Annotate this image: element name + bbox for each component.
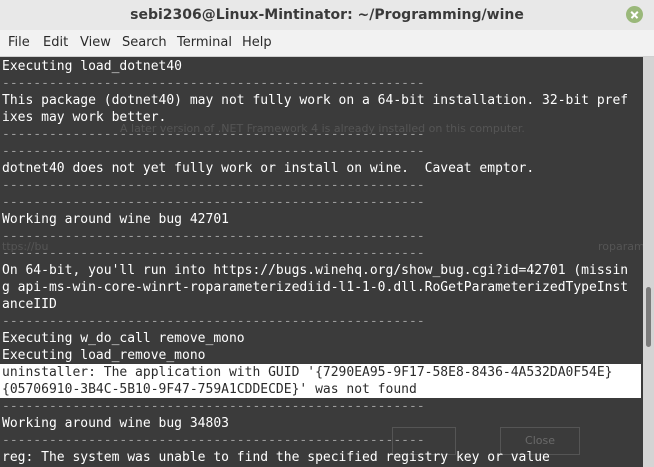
terminal-line: Executing load_remove_mono xyxy=(2,348,206,363)
terminal-line: dotnet40 does not yet fully work or inst… xyxy=(2,161,535,176)
separator-line: ----------------------------------------… xyxy=(2,314,425,329)
separator-line: ----------------------------------------… xyxy=(2,399,425,414)
menu-file[interactable]: File xyxy=(8,30,30,56)
terminal-line: Executing load_dotnet40 xyxy=(2,59,183,74)
terminal-line: g api-ms-win-core-winrt-roparameterizedi… xyxy=(2,280,629,295)
separator-line: ----------------------------------------… xyxy=(2,76,425,91)
background-fragment: roparame xyxy=(598,240,643,253)
separator-line: ----------------------------------------… xyxy=(2,229,425,244)
separator-line: ----------------------------------------… xyxy=(2,127,425,142)
scrollbar[interactable] xyxy=(643,57,654,467)
terminal-line: Working around wine bug 42701 xyxy=(2,212,229,227)
terminal-line: ixes may work better. xyxy=(2,110,167,125)
terminal-line: reg: The system was unable to find the s… xyxy=(2,450,550,465)
window-title: sebi2306@Linux-Mintinator: ~/Programming… xyxy=(130,7,524,23)
separator-line: ----------------------------------------… xyxy=(2,195,425,210)
menu-bar: File Edit View Search Terminal Help xyxy=(0,30,654,57)
menu-edit[interactable]: Edit xyxy=(43,30,68,56)
terminal-output[interactable]: A later version of .NET Framework 4 is a… xyxy=(0,57,643,467)
terminal-line-selected: uninstaller: The application with GUID '… xyxy=(2,365,613,380)
terminal-line-selected: {05706910-3B4C-5B10-9F47-759A1CDDECDE}' … xyxy=(2,382,417,397)
terminal-window: sebi2306@Linux-Mintinator: ~/Programming… xyxy=(0,0,654,467)
menu-search[interactable]: Search xyxy=(122,30,167,56)
close-icon[interactable] xyxy=(626,6,643,23)
menu-help[interactable]: Help xyxy=(242,30,272,56)
separator-line: ----------------------------------------… xyxy=(2,144,425,159)
menu-terminal[interactable]: Terminal xyxy=(177,30,232,56)
scrollbar-thumb[interactable] xyxy=(646,287,651,347)
separator-line: ----------------------------------------… xyxy=(2,433,425,448)
terminal-line: Executing w_do_call remove_mono xyxy=(2,331,245,346)
terminal-line: Working around wine bug 34803 xyxy=(2,416,229,431)
menu-view[interactable]: View xyxy=(80,30,111,56)
terminal-line: anceIID xyxy=(2,297,57,312)
terminal-line: This package (dotnet40) may not fully wo… xyxy=(2,93,629,108)
title-bar[interactable]: sebi2306@Linux-Mintinator: ~/Programming… xyxy=(0,0,654,30)
separator-line: ----------------------------------------… xyxy=(2,178,425,193)
terminal-line: On 64-bit, you'll run into https://bugs.… xyxy=(2,263,629,278)
separator-line: ----------------------------------------… xyxy=(2,246,425,261)
